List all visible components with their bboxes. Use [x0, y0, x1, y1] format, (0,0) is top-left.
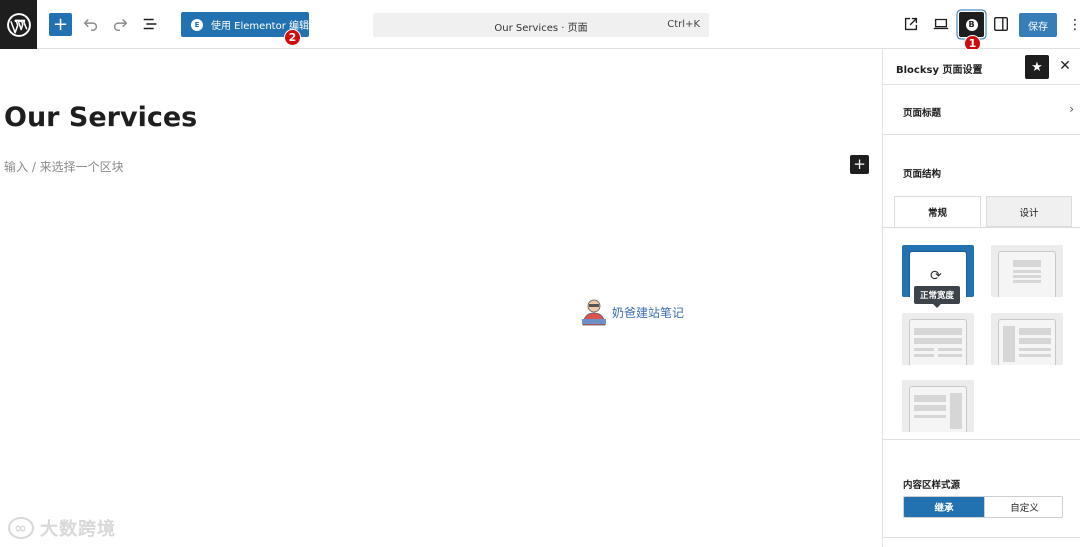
- editor-canvas: Our Services 输入 / 来选择一个区块 + 奶爸建站笔记 ∞ 大数跨…: [0, 49, 882, 547]
- add-block-button[interactable]: +: [49, 13, 72, 36]
- document-title: Our Services · 页面: [494, 23, 588, 34]
- layout-option-narrow[interactable]: [991, 245, 1063, 297]
- inline-add-block-button[interactable]: +: [850, 155, 869, 174]
- sidebar-title: Blocksy 页面设置: [896, 65, 983, 76]
- redo-icon: [113, 18, 128, 32]
- editor-top-toolbar: + E 使用 Elementor 编辑 2 Our Services · 页面 …: [0, 0, 1080, 52]
- panel-label-page-title: 页面标题: [903, 108, 942, 119]
- document-overview-button[interactable]: [139, 13, 161, 35]
- close-icon[interactable]: ✕: [1057, 58, 1073, 74]
- chevron-right-icon: ›: [1069, 102, 1074, 116]
- layout-preview: [909, 386, 967, 432]
- page-title-panel[interactable]: 页面标题 ›: [883, 85, 1080, 135]
- structure-tabs: 常规 设计: [894, 196, 1073, 227]
- blocksy-icon: B: [965, 18, 978, 31]
- watermark-logo-icon: ∞: [8, 517, 34, 539]
- section-divider: [883, 439, 1080, 440]
- panel-label-page-structure: 页面结构: [903, 169, 942, 180]
- preview-button[interactable]: [930, 13, 952, 35]
- external-link-icon: [904, 17, 918, 31]
- desktop-preview-icon: [933, 18, 949, 30]
- elementor-icon: E: [191, 18, 203, 31]
- more-vertical-icon[interactable]: ⋮: [1068, 14, 1080, 36]
- layout-preview: [909, 319, 967, 365]
- avatar-icon: [582, 299, 606, 326]
- layout-preview: [998, 251, 1056, 297]
- layout-option-right-sidebar[interactable]: [902, 380, 974, 432]
- redo-button[interactable]: [109, 13, 131, 35]
- watermark-text: 奶爸建站笔记: [612, 305, 685, 320]
- document-overview-icon: [143, 18, 157, 30]
- watermark-center: 奶爸建站笔记: [579, 297, 684, 327]
- layout-option-left-sidebar[interactable]: [991, 313, 1063, 365]
- refresh-icon: ⟳: [930, 268, 942, 284]
- blocksy-settings-button[interactable]: B: [959, 12, 984, 37]
- plus-icon: +: [853, 155, 866, 173]
- block-placeholder[interactable]: 输入 / 来选择一个区块: [4, 158, 124, 175]
- plus-icon: +: [52, 13, 69, 35]
- layout-preview: [998, 319, 1056, 365]
- option-inherit[interactable]: 继承: [904, 497, 984, 517]
- tabs-divider: [883, 227, 1080, 228]
- tab-general[interactable]: 常规: [894, 196, 981, 227]
- watermark-bottom: ∞ 大数跨境: [8, 515, 116, 541]
- command-palette-bar[interactable]: Our Services · 页面 Ctrl+K: [373, 13, 709, 37]
- undo-icon: [83, 18, 98, 32]
- sidebar-header: Blocksy 页面设置 ★ ✕: [883, 49, 1080, 85]
- star-icon: ★: [1031, 59, 1043, 75]
- content-source-label: 内容区样式源: [903, 480, 961, 491]
- layout-options: [883, 229, 1080, 439]
- settings-sidebar-toggle[interactable]: [990, 13, 1012, 35]
- page-title[interactable]: Our Services: [4, 102, 197, 133]
- wordpress-logo-icon[interactable]: [0, 0, 37, 49]
- option-custom[interactable]: 自定义: [984, 497, 1062, 517]
- annotation-badge-2: 2: [284, 29, 301, 46]
- save-button[interactable]: 保存: [1019, 13, 1057, 37]
- tab-design[interactable]: 设计: [986, 196, 1072, 227]
- pin-button[interactable]: ★: [1025, 55, 1049, 79]
- undo-button[interactable]: [80, 13, 102, 35]
- layout-tooltip: 正常宽度: [914, 286, 961, 308]
- layout-option-wide[interactable]: [902, 313, 974, 365]
- keyboard-shortcut: Ctrl+K: [667, 19, 700, 30]
- section-divider: [883, 537, 1080, 538]
- watermark-bottom-text: 大数跨境: [40, 519, 116, 540]
- view-post-button[interactable]: [900, 13, 922, 35]
- sidebar-toggle-icon: [994, 17, 1008, 31]
- content-source-toggle: 继承 自定义: [903, 496, 1063, 518]
- blocksy-settings-sidebar: Blocksy 页面设置 ★ ✕ 页面标题 › 页面结构 常规 设计 内容区样式…: [882, 49, 1080, 547]
